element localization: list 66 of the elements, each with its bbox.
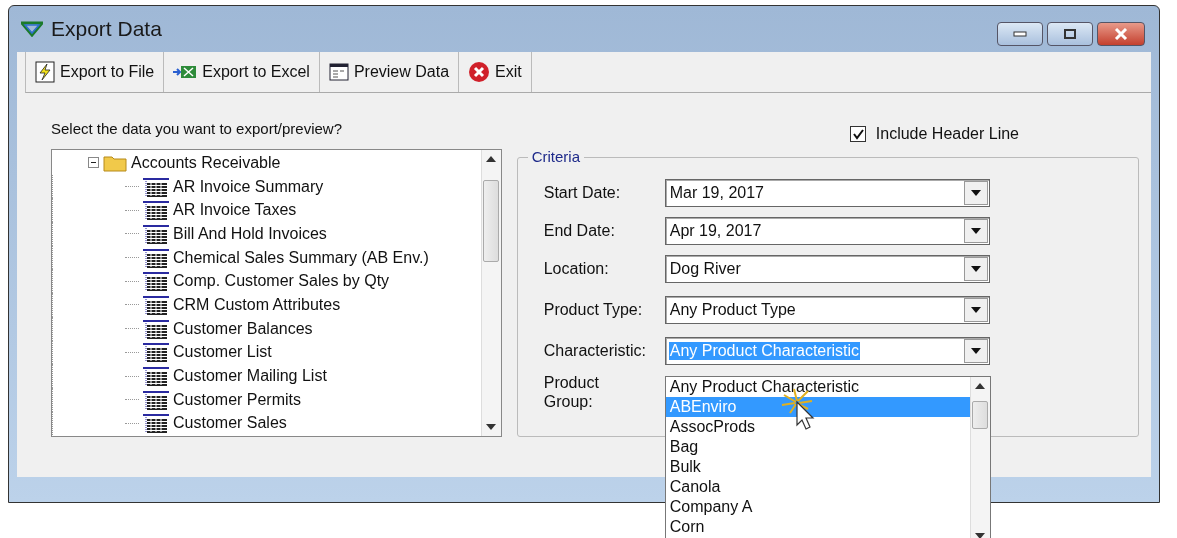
dropdown-option[interactable]: Any Product Characteristic <box>665 377 970 397</box>
table-icon <box>143 342 169 363</box>
maximize-icon <box>1063 28 1077 40</box>
scrollbar[interactable] <box>969 377 990 538</box>
field-label: Characteristic: <box>543 342 647 360</box>
window-icon <box>328 63 349 81</box>
tree-item[interactable]: AR Invoice Summary <box>173 177 324 196</box>
scroll-down-icon[interactable] <box>975 533 986 538</box>
dropdown-option[interactable]: Corn <box>665 517 970 537</box>
tree-item[interactable]: Chemical Sales Summary (AB Env.) <box>173 248 429 267</box>
checkbox[interactable] <box>849 126 866 142</box>
field-label: Product Type: <box>543 301 644 319</box>
table-icon <box>143 247 169 268</box>
dropdown-option[interactable]: Bag <box>665 437 970 457</box>
collapse-icon[interactable] <box>88 157 99 169</box>
dropdown-field[interactable]: Dog River <box>664 255 990 283</box>
scroll-down-icon[interactable] <box>486 424 497 430</box>
close-button[interactable] <box>1097 22 1145 46</box>
field-label: Location: <box>543 260 610 278</box>
scroll-up-icon[interactable] <box>486 156 497 162</box>
triangle-logo-icon <box>21 21 43 37</box>
scroll-thumb[interactable] <box>483 180 500 262</box>
table-icon <box>143 413 169 434</box>
tree-item[interactable]: Customer Permits <box>173 390 302 409</box>
table-icon <box>143 271 169 292</box>
tree-item[interactable]: Customer List <box>173 343 272 362</box>
date-picker[interactable]: Apr 19, 2017 <box>664 217 990 245</box>
dropdown-field[interactable]: Any Product Type <box>664 296 990 324</box>
scroll-up-icon[interactable] <box>975 383 986 389</box>
folder-icon <box>103 153 127 172</box>
table-icon <box>143 318 169 339</box>
table-icon <box>143 223 169 244</box>
table-icon <box>143 294 169 315</box>
tree-item[interactable]: Customer Mailing List <box>173 367 327 386</box>
excel-arrow-icon <box>173 65 198 79</box>
scroll-thumb[interactable] <box>972 401 989 429</box>
tree-item[interactable]: Accounts Receivable <box>131 153 281 172</box>
date-picker[interactable]: Mar 19, 2017 <box>664 179 990 207</box>
dropdown-option[interactable]: Bulk <box>665 457 970 477</box>
table-icon <box>143 366 169 387</box>
dropdown-option[interactable]: AssocProds <box>665 417 970 437</box>
tree-item[interactable]: Customer Balances <box>173 319 313 338</box>
close-circle-icon <box>468 61 491 83</box>
table-icon <box>143 200 169 221</box>
minimize-icon <box>1013 30 1027 38</box>
window-title: Export Data <box>51 17 162 41</box>
field-label: Start Date: <box>543 184 622 202</box>
lightning-file-icon <box>35 61 55 83</box>
scrollbar[interactable] <box>480 150 501 436</box>
dropdown-option[interactable]: Company A <box>665 497 970 517</box>
table-icon <box>143 176 169 197</box>
dropdown-option[interactable]: Canola <box>665 477 970 497</box>
close-icon <box>1113 28 1129 40</box>
minimize-button[interactable] <box>997 22 1043 46</box>
tree-item[interactable]: CRM Custom Attributes <box>173 295 341 314</box>
group-title: Criteria <box>527 148 585 165</box>
tree-item[interactable]: Bill And Hold Invoices <box>173 224 327 243</box>
tree-item[interactable]: AR Invoice Taxes <box>173 201 297 220</box>
maximize-button[interactable] <box>1047 22 1093 46</box>
instruction-text: Select the data you want to export/preview? <box>51 119 342 137</box>
tree-item[interactable]: Comp. Customer Sales by Qty <box>173 272 390 291</box>
field-label: End Date: <box>543 222 616 240</box>
table-icon <box>143 389 169 410</box>
field-label: Product Group: <box>543 372 600 412</box>
include-header-checkbox[interactable]: Include Header Line <box>849 125 1019 143</box>
tree-item[interactable]: Customer Sales <box>173 414 287 433</box>
